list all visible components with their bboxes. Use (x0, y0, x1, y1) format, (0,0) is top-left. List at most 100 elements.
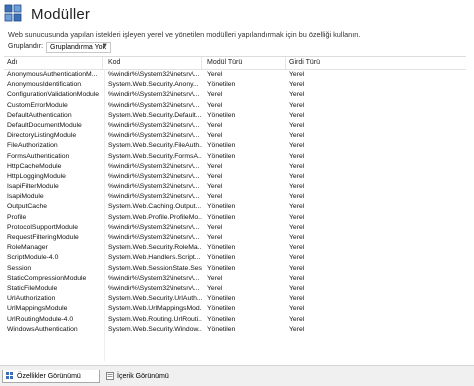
module-type-cell: Yerel (207, 101, 223, 109)
module-code-cell: %windir%\System32\inetsrv\... (108, 121, 200, 129)
module-name-cell: RequestFilteringModule (7, 234, 79, 241)
module-type-cell: Yerel (207, 162, 223, 170)
entry-type-cell: Yerel (289, 295, 305, 303)
module-code-cell: %windir%\System32\inetsrv\... (108, 223, 200, 231)
table-row[interactable]: ProtocolSupportModule %windir%\System32\i… (4, 223, 466, 233)
module-type-cell: Yerel (207, 132, 223, 140)
module-name-cell: StaticFileModule (7, 284, 58, 292)
module-code-cell: System.Web.Security.UrlAuth... (108, 295, 202, 303)
table-row[interactable]: DefaultDocumentModule %windir%\System32\i… (4, 121, 466, 131)
table-row[interactable]: ScriptModule-4.0 System.Web.Handlers.Scri… (4, 253, 466, 263)
entry-type-cell: Yerel (289, 81, 305, 89)
module-code-cell: System.Web.Profile.ProfileMo... (108, 213, 202, 221)
module-name-cell: DirectoryListingModule (7, 132, 77, 140)
module-name-cell: Session (7, 264, 32, 272)
table-row[interactable]: CustomErrorModule %windir%\System32\inets… (4, 101, 466, 111)
entry-type-cell: Yerel (289, 162, 305, 170)
module-name-cell: OutputCache (7, 203, 48, 211)
module-code-cell: System.Web.Security.RoleMa... (108, 244, 202, 252)
table-row[interactable]: UrlAuthorization System.Web.Security.UrlA… (4, 294, 466, 304)
entry-type-cell: Yerel (289, 264, 305, 272)
group-by-select[interactable]: Gruplandırma Yok ▼ (46, 42, 111, 53)
module-name-cell: HttpLoggingModule (7, 172, 66, 180)
module-code-cell: %windir%\System32\inetsrv\... (108, 284, 200, 292)
entry-type-cell: Yerel (289, 244, 305, 252)
module-code-cell: %windir%\System32\inetsrv\... (108, 91, 200, 99)
module-name-cell: FormsAuthentication (7, 152, 70, 160)
module-type-cell: Yerel (207, 223, 223, 231)
column-header-module-type[interactable]: Modül Türü (204, 57, 286, 69)
table-row[interactable]: HttpCacheModule %windir%\System32\inetsrv… (4, 162, 466, 172)
module-type-cell: Yönetilen (207, 244, 236, 252)
column-header-name[interactable]: Adı (4, 57, 103, 69)
module-type-cell: Yönetilen (207, 315, 236, 323)
module-code-cell: System.Web.Routing.UrlRouti... (108, 315, 202, 323)
table-row[interactable]: DefaultAuthentication System.Web.Security… (4, 111, 466, 121)
module-name-cell: Profile (7, 213, 27, 221)
module-name-cell: DefaultDocumentModule (7, 121, 82, 129)
module-type-cell: Yönetilen (207, 305, 236, 313)
group-by-label: Gruplandır: (8, 43, 44, 50)
table-row[interactable]: IsapiModule %windir%\System32\inetsrv\...… (4, 192, 466, 202)
entry-type-cell: Yerel (289, 172, 305, 180)
module-code-cell: System.Web.Security.Anony... (108, 81, 199, 89)
entry-type-cell: Yerel (289, 152, 305, 160)
table-row[interactable]: UrlRoutingModule-4.0 System.Web.Routing.U… (4, 315, 466, 325)
entry-type-cell: Yerel (289, 213, 305, 221)
table-row[interactable]: FormsAuthentication System.Web.Security.F… (4, 152, 466, 162)
table-row[interactable]: ConfigurationValidationModule %windir%\Sy… (4, 90, 466, 100)
table-row[interactable]: FileAuthorization System.Web.Security.Fil… (4, 141, 466, 151)
module-name-cell: AnonymousAuthenticationM... (7, 71, 98, 78)
entry-type-cell: Yerel (289, 121, 305, 129)
table-row[interactable]: AnonymousIdentification System.Web.Securi… (4, 80, 466, 90)
module-code-cell: %windir%\System32\inetsrv\... (108, 71, 200, 78)
module-name-cell: UrlAuthorization (7, 295, 56, 303)
module-name-cell: ScriptModule-4.0 (7, 254, 59, 262)
entry-type-cell: Yerel (289, 142, 305, 150)
table-row[interactable]: Profile System.Web.Profile.ProfileMo... Yö… (4, 213, 466, 223)
entry-type-cell: Yerel (289, 132, 305, 140)
table-row[interactable]: StaticCompressionModule %windir%\System32… (4, 274, 466, 284)
module-name-cell: ConfigurationValidationModule (7, 91, 100, 99)
module-name-cell: HttpCacheModule (7, 162, 62, 170)
modules-icon (4, 4, 22, 22)
module-type-cell: Yönetilen (207, 213, 236, 221)
module-type-cell: Yönetilen (207, 81, 236, 89)
table-row[interactable]: RoleManager System.Web.Security.RoleMa...… (4, 243, 466, 253)
module-code-cell: System.Web.Security.FileAuth... (108, 142, 202, 150)
entry-type-cell: Yerel (289, 71, 305, 78)
module-name-cell: AnonymousIdentification (7, 81, 82, 89)
table-row[interactable]: OutputCache System.Web.Caching.Output... Y… (4, 202, 466, 212)
content-view-icon (106, 372, 114, 380)
table-row[interactable]: DirectoryListingModule %windir%\System32\… (4, 131, 466, 141)
table-row[interactable]: UrlMappingsModule System.Web.UrlMappingsM… (4, 304, 466, 314)
module-name-cell: RoleManager (7, 244, 48, 252)
module-code-cell: System.Web.SessionState.Ses... (108, 264, 202, 272)
header: Modüller (0, 0, 474, 30)
module-type-cell: Yönetilen (207, 264, 236, 272)
module-code-cell: System.Web.Handlers.Script... (108, 254, 201, 262)
column-header-code[interactable]: Kod (105, 57, 202, 69)
module-name-cell: WindowsAuthentication (7, 325, 78, 333)
module-name-cell: IsapiFilterModule (7, 183, 59, 191)
table-row[interactable]: WindowsAuthentication System.Web.Security… (4, 325, 466, 335)
column-header-entry-type[interactable]: Girdi Türü (286, 57, 466, 69)
module-type-cell: Yönetilen (207, 152, 236, 160)
module-name-cell: ProtocolSupportModule (7, 223, 79, 231)
tab-content-view[interactable]: İçerik Görünümü (103, 370, 191, 383)
module-code-cell: %windir%\System32\inetsrv\... (108, 172, 200, 180)
table-row[interactable]: Session System.Web.SessionState.Ses... Yön… (4, 264, 466, 274)
table-row[interactable]: HttpLoggingModule %windir%\System32\inets… (4, 172, 466, 182)
tab-features-view[interactable]: Özellikler Görünümü (2, 370, 100, 383)
table-row[interactable]: RequestFilteringModule %windir%\System32\… (4, 233, 466, 243)
module-type-cell: Yönetilen (207, 142, 236, 150)
entry-type-cell: Yerel (289, 183, 305, 191)
table-row[interactable]: IsapiFilterModule %windir%\System32\inets… (4, 182, 466, 192)
entry-type-cell: Yerel (289, 254, 305, 262)
table-row[interactable]: AnonymousAuthenticationM... %windir%\Syst… (4, 70, 466, 80)
module-type-cell: Yerel (207, 183, 223, 191)
module-type-cell: Yönetilen (207, 295, 236, 303)
table-row[interactable]: StaticFileModule %windir%\System32\inetsr… (4, 284, 466, 294)
module-name-cell: DefaultAuthentication (7, 111, 72, 119)
module-type-cell: Yönetilen (207, 111, 236, 119)
